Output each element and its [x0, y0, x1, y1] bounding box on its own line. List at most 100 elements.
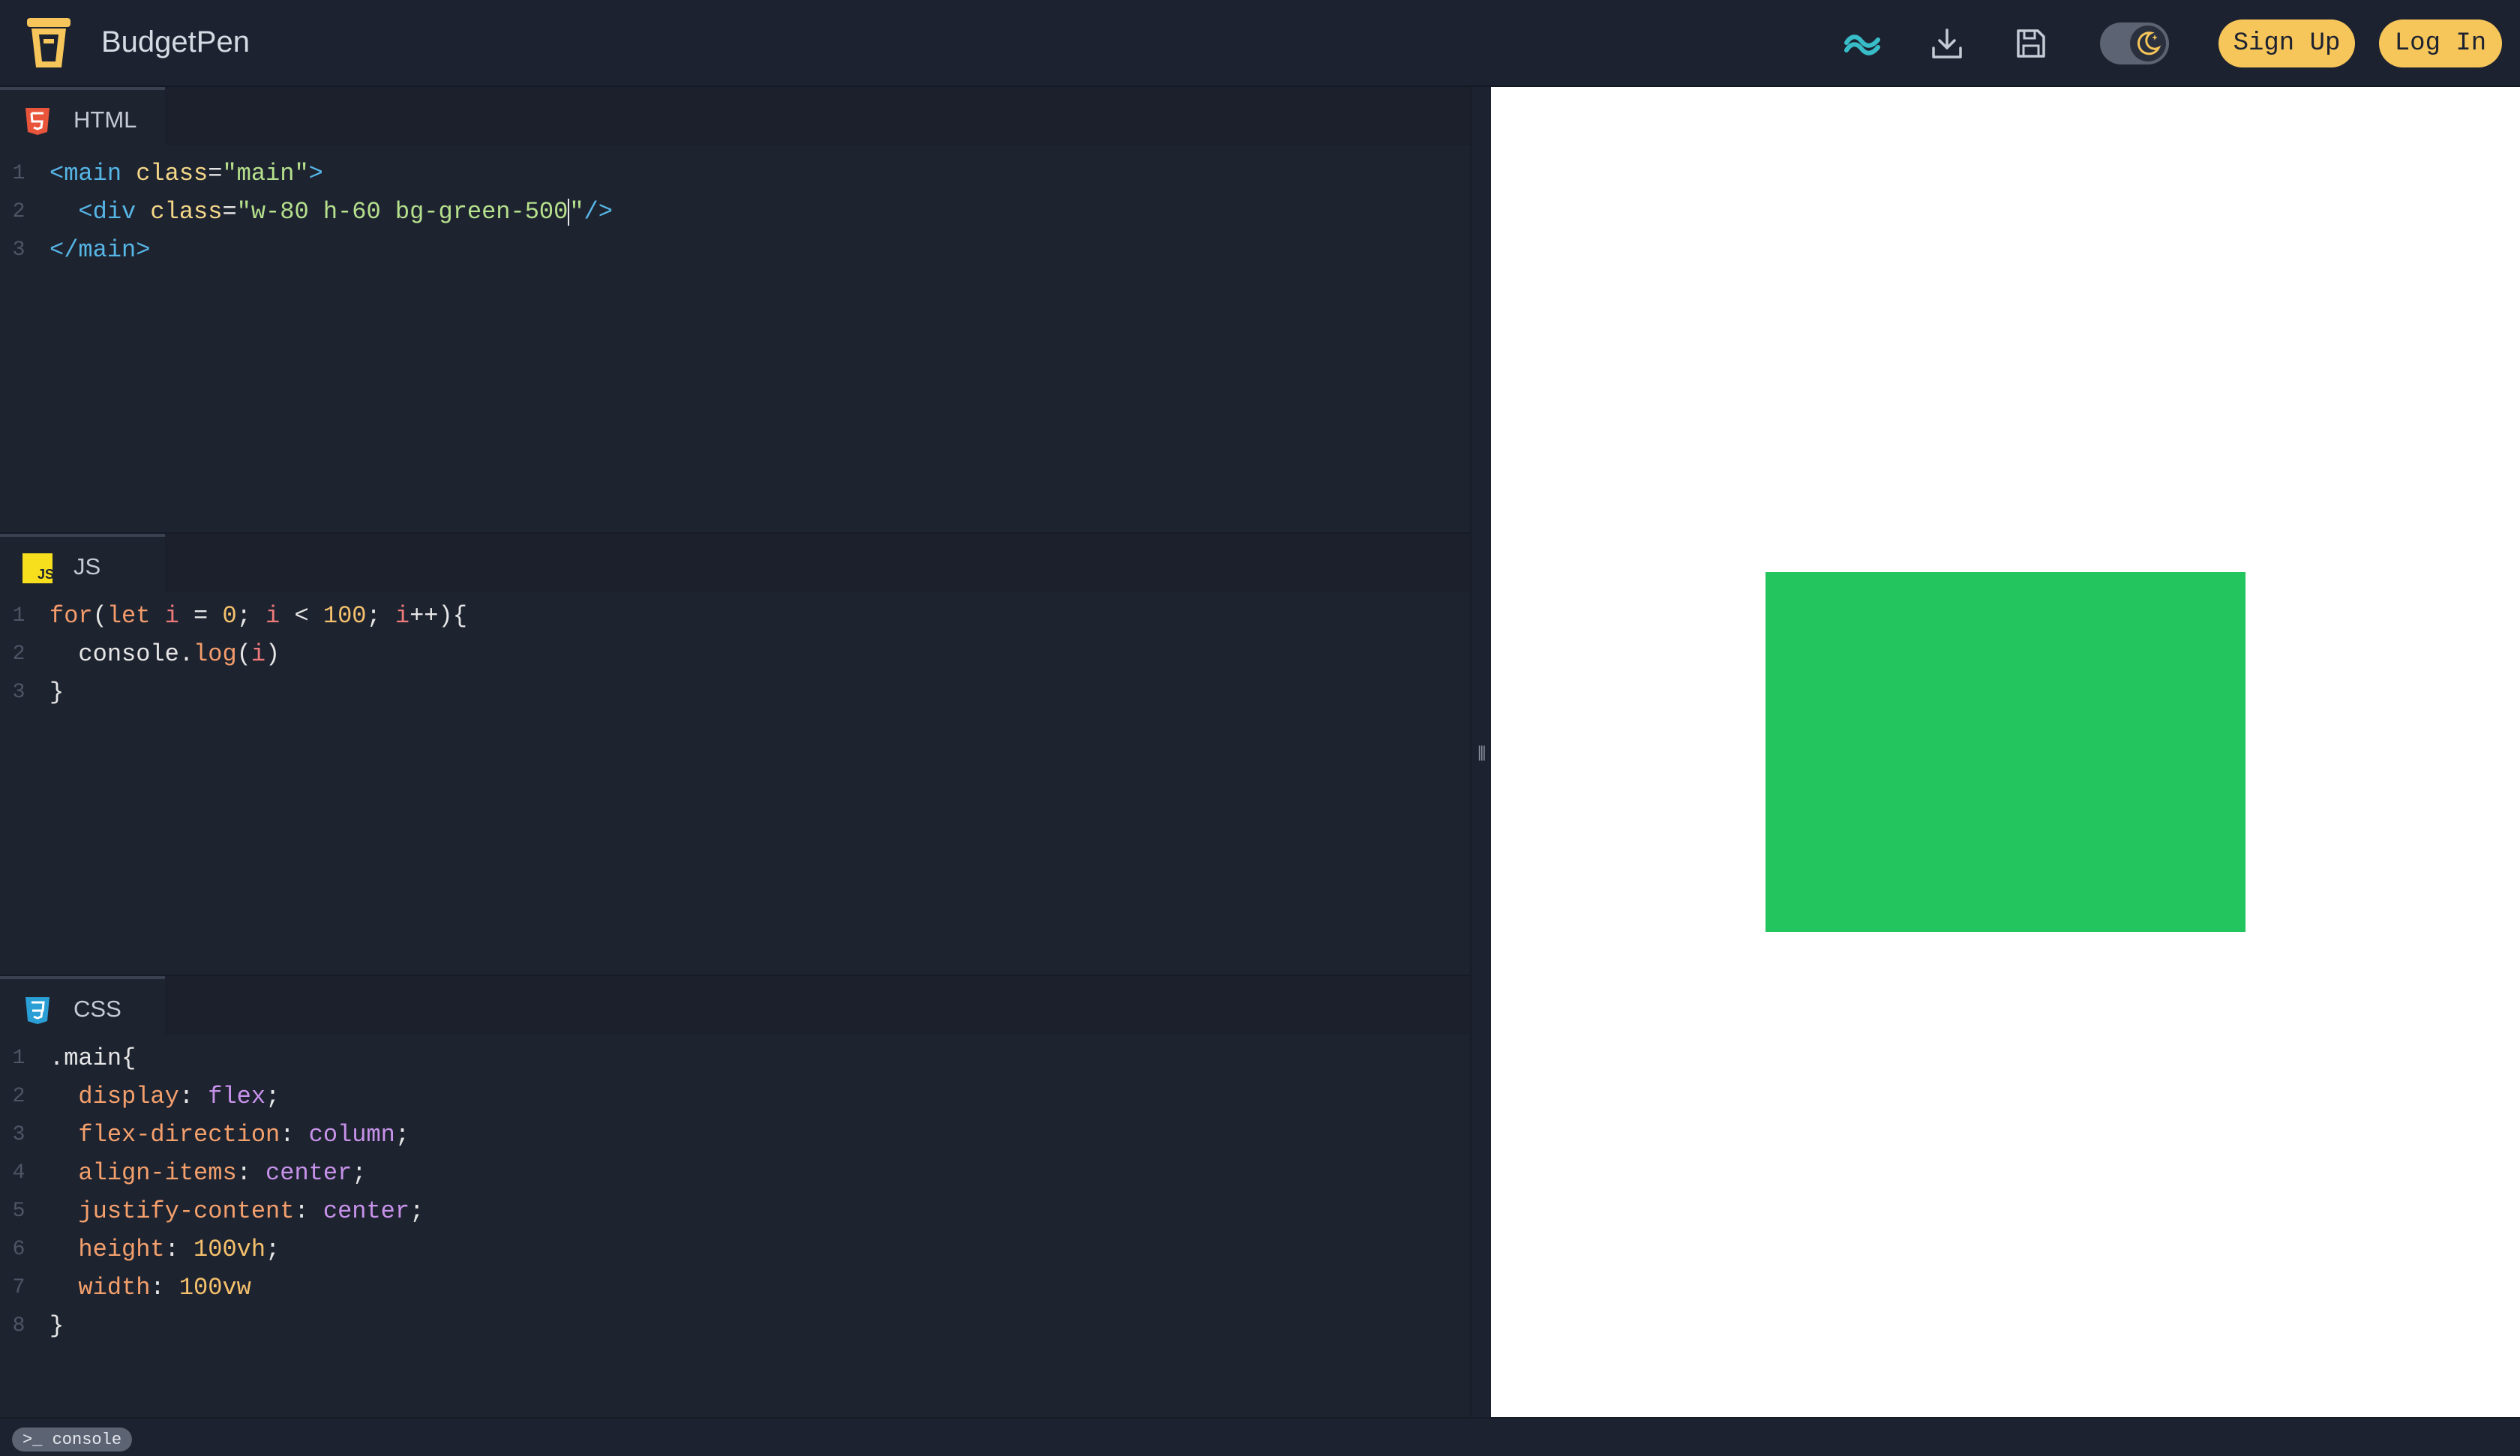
code-token: 100vw	[178, 1274, 251, 1302]
line-number: 5	[12, 1200, 26, 1223]
code-line[interactable]: 2 display: flex;	[0, 1077, 1470, 1116]
line-content: width: 100vw	[50, 1269, 251, 1307]
tab-css-label: CSS	[74, 996, 122, 1022]
preview-green-box	[1766, 572, 2246, 932]
line-content: }	[50, 1307, 64, 1345]
line-number: 2	[12, 200, 26, 223]
line-content: align-items: center;	[50, 1154, 366, 1192]
download-icon[interactable]	[1924, 21, 1970, 66]
html-code-editor[interactable]: 1 <main class="main"> 2 <div class="w-80 h…	[0, 154, 1470, 269]
code-token: (	[236, 640, 251, 668]
line-number: 3	[12, 238, 26, 262]
code-token: =	[222, 198, 237, 226]
code-token: :	[294, 1197, 323, 1225]
code-token: i	[164, 602, 179, 630]
code-token: </main>	[50, 236, 151, 264]
code-token: 100vh	[194, 1236, 266, 1263]
code-token: =	[178, 602, 223, 630]
code-line[interactable]: 3}	[0, 673, 1470, 712]
tab-css[interactable]: CSS	[0, 976, 165, 1035]
code-token: "main"	[222, 160, 309, 187]
code-token: "	[569, 198, 584, 226]
code-token: let	[106, 602, 165, 630]
code-line[interactable]: 4 align-items: center;	[0, 1154, 1470, 1192]
code-token: for	[50, 602, 93, 630]
line-content: for(let i = 0; i < 100; i++){	[50, 597, 467, 635]
app-title: BudgetPen	[101, 25, 250, 58]
css-pane[interactable]: CSS 1 .main{2 display: flex; 3 flex-direct…	[0, 975, 1470, 1417]
svg-text:JS: JS	[38, 567, 52, 582]
save-icon[interactable]	[2008, 21, 2054, 66]
javascript-icon: JS	[22, 553, 52, 583]
code-token: class	[150, 198, 223, 226]
line-number: 7	[12, 1276, 26, 1299]
line-content: justify-content: center;	[50, 1192, 424, 1230]
code-token: ;	[410, 1197, 424, 1225]
css-code-editor[interactable]: 1 .main{2 display: flex; 3 flex-direction:…	[0, 1039, 1470, 1345]
pane-resizer[interactable]: ⦀	[1470, 87, 1491, 1417]
preview-frame[interactable]	[1491, 87, 2520, 1417]
tailwind-icon[interactable]	[1840, 21, 1886, 66]
code-token: i	[250, 640, 266, 668]
moon-icon	[2130, 25, 2166, 61]
theme-toggle[interactable]	[2100, 22, 2169, 64]
code-token: :	[150, 1274, 179, 1302]
tab-js[interactable]: JS JS	[0, 534, 165, 592]
code-token: log	[194, 640, 237, 668]
code-line[interactable]: 5 justify-content: center;	[0, 1192, 1470, 1230]
code-token: column	[308, 1121, 395, 1149]
code-line[interactable]: 8}	[0, 1307, 1470, 1345]
code-line[interactable]: 2 <div class="w-80 h-60 bg-green-500"/>	[0, 193, 1470, 231]
code-line[interactable]: 1 <main class="main">	[0, 154, 1470, 193]
code-token: :	[164, 1236, 194, 1263]
js-pane[interactable]: JS JS 1 for(let i = 0; i < 100; i++){2 co…	[0, 532, 1470, 975]
code-token: ;	[366, 602, 395, 630]
code-token: }	[50, 1312, 64, 1340]
log-in-button[interactable]: Log In	[2379, 19, 2502, 67]
code-token: class	[136, 160, 208, 187]
code-token: ++){	[410, 602, 467, 630]
line-content: console.log(i)	[50, 635, 280, 673]
code-token: :	[280, 1121, 309, 1149]
code-token: ;	[394, 1121, 410, 1149]
cup-logo-icon	[27, 18, 70, 67]
code-token: (	[92, 602, 107, 630]
css3-icon	[26, 997, 50, 1024]
code-token: align-items	[50, 1159, 237, 1187]
code-token: =	[208, 160, 223, 187]
code-line[interactable]: 3 flex-direction: column;	[0, 1116, 1470, 1154]
code-token: "w-80 h-60 bg-green-500	[236, 198, 568, 226]
tab-html-label: HTML	[74, 106, 137, 133]
code-line[interactable]: 1 .main{	[0, 1039, 1470, 1077]
code-token: console.	[50, 640, 194, 668]
html-pane-header: HTML	[0, 87, 1470, 145]
line-content: flex-direction: column;	[50, 1116, 410, 1154]
code-token: width	[50, 1274, 151, 1302]
editor-column: HTML 1 <main class="main"> 2 <div class="w…	[0, 87, 1470, 1417]
code-token: 100	[322, 602, 367, 630]
line-number: 1	[12, 162, 26, 185]
html5-icon	[26, 108, 50, 135]
console-bar: >_ console	[0, 1417, 2520, 1456]
js-code-editor[interactable]: 1 for(let i = 0; i < 100; i++){2 console.…	[0, 597, 1470, 712]
code-token: :	[178, 1083, 208, 1110]
code-token: )	[266, 640, 280, 668]
code-line[interactable]: 6 height: 100vh;	[0, 1230, 1470, 1269]
line-number: 4	[12, 1161, 26, 1185]
code-line[interactable]: 3 </main>	[0, 231, 1470, 269]
code-token: ;	[266, 1236, 280, 1263]
line-number: 6	[12, 1238, 26, 1261]
code-line[interactable]: 2 console.log(i)	[0, 635, 1470, 673]
line-content: }	[50, 673, 64, 712]
tab-html[interactable]: HTML	[0, 87, 165, 145]
code-token: center	[322, 1197, 410, 1225]
console-toggle-button[interactable]: >_ console	[12, 1428, 133, 1452]
code-line[interactable]: 7 width: 100vw	[0, 1269, 1470, 1307]
code-token: >	[308, 160, 323, 187]
sign-up-button[interactable]: Sign Up	[2218, 19, 2355, 67]
code-line[interactable]: 1 for(let i = 0; i < 100; i++){	[0, 597, 1470, 635]
line-number: 3	[12, 681, 26, 704]
code-token: ;	[266, 1083, 280, 1110]
html-pane[interactable]: HTML 1 <main class="main"> 2 <div class="w…	[0, 87, 1470, 532]
code-token: i	[394, 602, 410, 630]
